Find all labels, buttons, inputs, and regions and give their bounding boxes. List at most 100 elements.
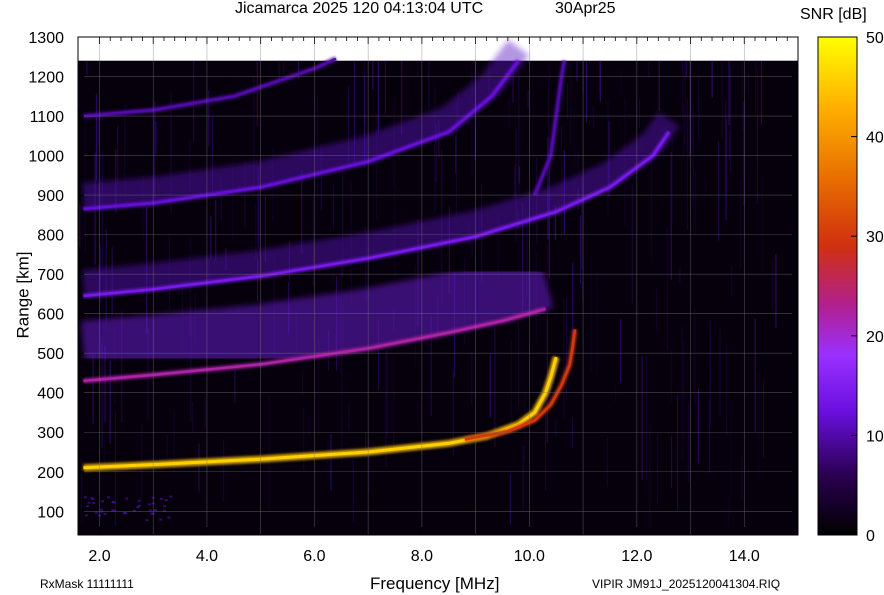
noise-streak [471, 352, 473, 407]
y-tick-label: 200 [37, 465, 64, 482]
noise-streak [223, 439, 225, 502]
noise-streak [570, 60, 572, 146]
noise-streak [268, 395, 270, 509]
noise-streak [606, 437, 608, 488]
noise-streak [705, 179, 707, 196]
noise-streak [725, 100, 727, 195]
noise-streak [679, 266, 681, 283]
noise-streak [658, 60, 660, 112]
noise-streak [698, 75, 700, 140]
noise-streak [620, 318, 622, 383]
noise-streak [155, 121, 157, 154]
noise-streak [278, 60, 280, 81]
noise-streak [571, 417, 574, 448]
y-tick-label: 300 [37, 425, 64, 442]
file-label: VIPIR JM91J_2025120041304.RIQ [592, 577, 781, 591]
noise-streak [368, 439, 370, 491]
x-tick-label: 14.0 [729, 548, 760, 565]
noise-streak [548, 77, 550, 193]
noise-streak [648, 60, 650, 78]
noise-streak [330, 434, 332, 492]
noise-streak [731, 265, 733, 296]
noise-streak [566, 82, 569, 120]
noise-streak [350, 177, 352, 283]
x-axis-label: Frequency [MHz] [370, 574, 500, 593]
noise-speckle [147, 503, 151, 506]
noise-streak [754, 318, 756, 432]
noise-streak [376, 113, 378, 221]
colorbar-tick-label: 50 [866, 30, 884, 47]
noise-streak [580, 215, 582, 284]
noise-streak [631, 184, 633, 304]
noise-streak [620, 69, 622, 94]
noise-streak [747, 70, 749, 94]
noise-speckle [137, 504, 141, 507]
noise-streak [377, 60, 380, 134]
noise-streak [332, 184, 335, 230]
noise-streak [563, 298, 565, 419]
noise-streak [650, 153, 653, 259]
noise-streak [393, 357, 395, 452]
noise-speckle [94, 511, 98, 514]
y-tick-label: 600 [37, 307, 64, 324]
noise-streak [655, 288, 657, 330]
noise-streak [510, 340, 512, 425]
noise-streak [694, 306, 696, 405]
noise-streak [576, 60, 578, 82]
noise-speckle [87, 501, 91, 504]
plot-blank-region [78, 37, 798, 61]
noise-streak [741, 60, 743, 132]
noise-streak [489, 354, 491, 418]
noise-streak [671, 137, 673, 226]
noise-streak [86, 60, 88, 76]
noise-streak [527, 89, 529, 108]
noise-streak [638, 99, 640, 129]
noise-streak [762, 380, 765, 458]
noise-streak [517, 322, 519, 412]
noise-streak [685, 60, 687, 76]
noise-streak [709, 320, 711, 426]
noise-streak [596, 273, 598, 375]
noise-streak [771, 261, 773, 311]
noise-speckle [83, 496, 87, 499]
noise-streak [312, 196, 314, 286]
noise-streak [198, 443, 200, 492]
noise-streak [215, 200, 217, 261]
noise-speckle [99, 508, 103, 511]
x-tick-label: 8.0 [411, 548, 433, 565]
noise-streak [508, 98, 510, 130]
noise-streak [645, 354, 647, 480]
colorbar-tick-label: 0 [866, 528, 875, 545]
noise-streak [117, 125, 119, 185]
noise-streak [560, 125, 563, 239]
noise-speckle [159, 518, 163, 521]
noise-streak [97, 115, 100, 145]
noise-streak [656, 435, 659, 504]
noise-streak [670, 350, 673, 403]
noise-streak [592, 105, 594, 129]
noise-streak [725, 344, 728, 437]
noise-speckle [92, 502, 96, 505]
noise-speckle [103, 513, 107, 516]
noise-streak [641, 355, 643, 480]
noise-streak [692, 104, 694, 209]
noise-streak [301, 370, 304, 396]
noise-speckle [167, 516, 171, 519]
noise-streak [210, 216, 212, 260]
noise-streak [577, 150, 579, 168]
noise-streak [599, 60, 601, 102]
noise-streak [666, 228, 668, 352]
noise-streak [688, 116, 690, 158]
y-tick-label: 1300 [28, 30, 64, 47]
y-tick-label: 500 [37, 346, 64, 363]
rxmask-label: RxMask 11111111 [40, 577, 134, 591]
noise-streak [760, 60, 763, 125]
y-tick-label: 1100 [30, 109, 65, 126]
noise-speckle [125, 497, 129, 500]
noise-streak [191, 402, 194, 433]
y-tick-label: 400 [37, 386, 64, 403]
noise-streak [615, 384, 617, 402]
y-axis-label: Range [km] [13, 251, 33, 339]
noise-speckle [100, 510, 104, 513]
colorbar-scale [817, 36, 858, 536]
